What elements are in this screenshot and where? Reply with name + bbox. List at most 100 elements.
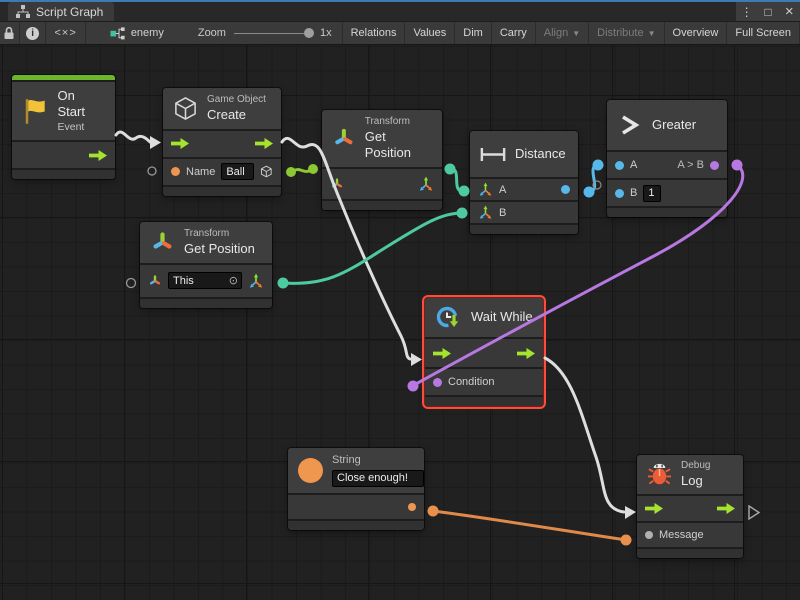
values-button[interactable]: Values [405,22,455,44]
zoom-control: Zoom 1x [198,22,332,44]
transform-input-port[interactable] [148,274,162,288]
code-icon: <×> [54,27,76,39]
name-port-label: Name [186,166,215,178]
flow-output-port[interactable] [717,503,735,514]
flag-icon [22,97,48,126]
tab-title: Script Graph [36,5,103,19]
node-create-gameobject[interactable]: Game Object Create Name [163,88,281,196]
input-b-label: B [499,207,506,219]
maximize-icon[interactable]: □ [761,6,775,18]
zoom-slider-handle[interactable] [304,28,314,38]
graph-asset-icon [110,26,125,41]
dropdown-arrow-icon: ▼ [572,29,580,38]
graph-toolbar: i <×> enemy Zoom 1x Relations Values Dim [0,21,800,45]
lock-button[interactable] [0,22,20,44]
graph-name: enemy [131,27,164,39]
vector3-output-port[interactable] [248,273,264,289]
tab-script-graph[interactable]: Script Graph [8,2,114,21]
transform-icon [150,230,175,255]
node-title: Get Position [184,241,255,257]
input-a-port[interactable] [615,161,624,170]
node-title: Greater [652,117,696,133]
name-input-port[interactable] [171,167,180,176]
transform-icon [332,126,356,151]
node-category: Debug [681,460,710,473]
zoom-label: Zoom [198,27,226,39]
node-get-position-bottom[interactable]: Transform Get Position ⊙ [140,222,272,308]
vector3-input-port-a[interactable] [478,182,493,197]
overview-button[interactable]: Overview [665,22,728,44]
node-get-position-top[interactable]: Transform Get Position [322,110,442,210]
focused-window-indicator [0,0,800,2]
node-on-start[interactable]: On Start Event [12,75,115,179]
node-string-literal[interactable]: String [288,448,424,530]
input-b-port[interactable] [615,189,624,198]
message-label: Message [659,529,704,541]
node-category: Transform [184,228,255,241]
input-a-label: A [630,159,637,171]
vector3-input-port-b[interactable] [478,205,493,220]
vector3-output-port[interactable] [418,176,434,192]
node-title: Distance [515,146,566,162]
flow-input-port[interactable] [433,348,451,359]
string-value-field[interactable] [332,470,424,487]
node-title: Get Position [365,129,432,162]
carry-button[interactable]: Carry [492,22,536,44]
unity-script-graph-window: Script Graph ⋮ □ × i <×> [0,0,800,600]
distance-ruler-icon [480,147,506,162]
condition-input-port[interactable] [433,378,442,387]
condition-label: Condition [448,376,494,388]
zoom-value: 1x [320,27,332,39]
code-view-button[interactable]: <×> [46,22,85,44]
node-title: Log [681,473,710,489]
node-category: Transform [365,116,432,129]
distribute-button[interactable]: Distribute▼ [589,22,664,44]
wait-clock-icon [435,304,462,331]
node-distance[interactable]: Distance A B [470,131,578,234]
node-title: On Start [57,88,105,121]
info-icon: i [26,27,39,40]
gameobject-output-port[interactable] [260,164,273,179]
flow-output-port[interactable] [517,348,535,359]
event-accent-bar [12,75,115,80]
graph-breadcrumb[interactable]: enemy [110,22,164,44]
flow-input-port[interactable] [645,503,663,514]
zoom-slider-track[interactable] [234,33,312,34]
node-wait-while[interactable]: Wait While Condition [425,298,543,406]
name-value-field[interactable] [221,163,254,180]
align-button[interactable]: Align▼ [536,22,589,44]
flow-input-port[interactable] [171,138,189,149]
distance-output-port[interactable] [561,185,570,194]
result-output-port[interactable] [710,161,719,170]
fullscreen-button[interactable]: Full Screen [727,22,800,44]
window-controls: ⋮ □ × [736,2,800,21]
flow-output-port[interactable] [89,150,107,161]
input-b-field[interactable] [643,185,661,202]
node-greater[interactable]: Greater A A > B B [607,100,727,217]
target-field[interactable] [168,272,242,289]
window-menu-icon[interactable]: ⋮ [740,6,754,18]
graph-hierarchy-icon [16,5,30,18]
close-icon[interactable]: × [782,4,796,19]
dim-button[interactable]: Dim [455,22,492,44]
message-input-port[interactable] [645,531,653,539]
toolbar-menu-buttons: Relations Values Dim Carry Align▼ Distri… [342,22,800,44]
node-title: Create [207,107,266,123]
relations-button[interactable]: Relations [343,22,406,44]
flow-output-port[interactable] [255,138,273,149]
title-bar: Script Graph ⋮ □ × [0,0,800,21]
node-category: Game Object [207,94,266,107]
result-label: A > B [677,159,704,171]
dropdown-arrow-icon: ▼ [648,29,656,38]
node-debug-log[interactable]: Debug Log Message [637,455,743,558]
greater-than-icon [617,112,643,138]
transform-input-port[interactable] [330,177,344,191]
graph-canvas[interactable]: On Start Event Game Object Create [0,45,800,600]
string-icon [298,458,323,483]
debug-bug-icon [647,462,672,487]
lock-icon [3,26,15,40]
inspect-button[interactable]: i [20,22,47,44]
string-output-port[interactable] [408,503,416,511]
input-b-label: B [630,187,637,199]
node-title: Wait While [471,309,533,325]
